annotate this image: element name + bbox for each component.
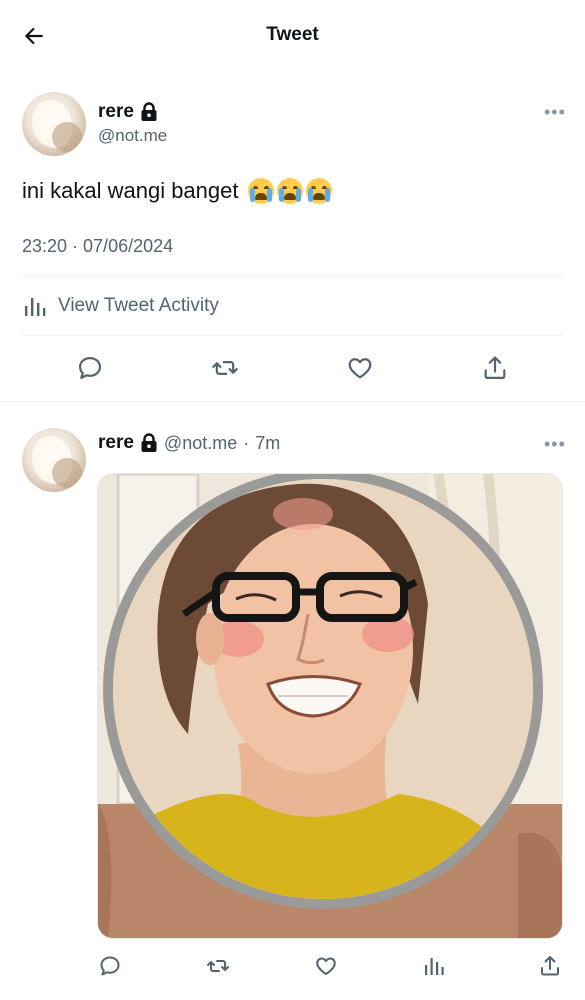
meta-separator: · <box>243 432 250 453</box>
reply-tweet-analytics-button[interactable] <box>417 949 451 983</box>
reply-meta-row: rere @not.me · 7m <box>98 432 280 454</box>
more-options-button[interactable]: ••• <box>544 102 566 123</box>
section-divider <box>0 401 585 402</box>
heart-icon <box>348 358 372 379</box>
reply-author-name[interactable]: rere <box>98 432 134 454</box>
illustration-mirror-face <box>98 474 562 938</box>
reply-tweet-share-button[interactable] <box>533 949 567 983</box>
bar-chart-icon <box>425 958 444 975</box>
more-horizontal-icon: ••• <box>544 102 566 122</box>
author-name: rere <box>98 101 134 122</box>
reply-tweet-retweet-button[interactable] <box>201 949 235 983</box>
author-name-row[interactable]: rere <box>98 101 158 123</box>
reply-more-options-button[interactable]: ••• <box>544 434 566 455</box>
divider <box>22 335 563 336</box>
like-button[interactable] <box>343 351 377 385</box>
reply-author-handle[interactable]: @not.me <box>164 433 237 454</box>
reply-time[interactable]: 7m <box>255 433 280 454</box>
lock-icon <box>141 433 157 452</box>
retweet-icon <box>207 960 229 972</box>
page-title: Tweet <box>266 24 319 45</box>
reply-bubble-icon <box>100 956 120 976</box>
more-horizontal-icon: ••• <box>544 434 566 454</box>
reply-tweet-reply-button[interactable] <box>93 949 127 983</box>
heart-icon <box>316 957 336 975</box>
crying-face-icon <box>248 178 275 204</box>
share-upload-icon <box>484 356 506 380</box>
reply-avatar[interactable] <box>22 428 86 492</box>
author-handle[interactable]: @not.me <box>98 126 167 146</box>
avatar[interactable] <box>22 92 86 156</box>
view-activity-link[interactable]: View Tweet Activity <box>22 292 219 320</box>
emoji-group <box>246 178 333 204</box>
media-image[interactable] <box>97 473 563 939</box>
activity-label: View Tweet Activity <box>58 295 219 316</box>
divider <box>22 276 563 277</box>
retweet-icon <box>212 361 238 375</box>
reply-bubble-icon <box>78 356 102 380</box>
lock-icon <box>141 102 157 121</box>
reply-button[interactable] <box>73 351 107 385</box>
bar-chart-icon <box>25 298 46 316</box>
crying-face-icon <box>277 178 304 204</box>
retweet-button[interactable] <box>208 351 242 385</box>
tweet-text: ini kakal wangi banget <box>22 178 333 204</box>
share-button[interactable] <box>478 351 512 385</box>
crying-face-icon <box>306 178 333 204</box>
tweet-timestamp[interactable]: 23:20 · 07/06/2024 <box>22 236 173 257</box>
reply-tweet-like-button[interactable] <box>309 949 343 983</box>
top-bar: Tweet <box>0 0 585 70</box>
share-upload-icon <box>541 956 559 976</box>
tweet-body: ini kakal wangi banget <box>22 178 239 203</box>
